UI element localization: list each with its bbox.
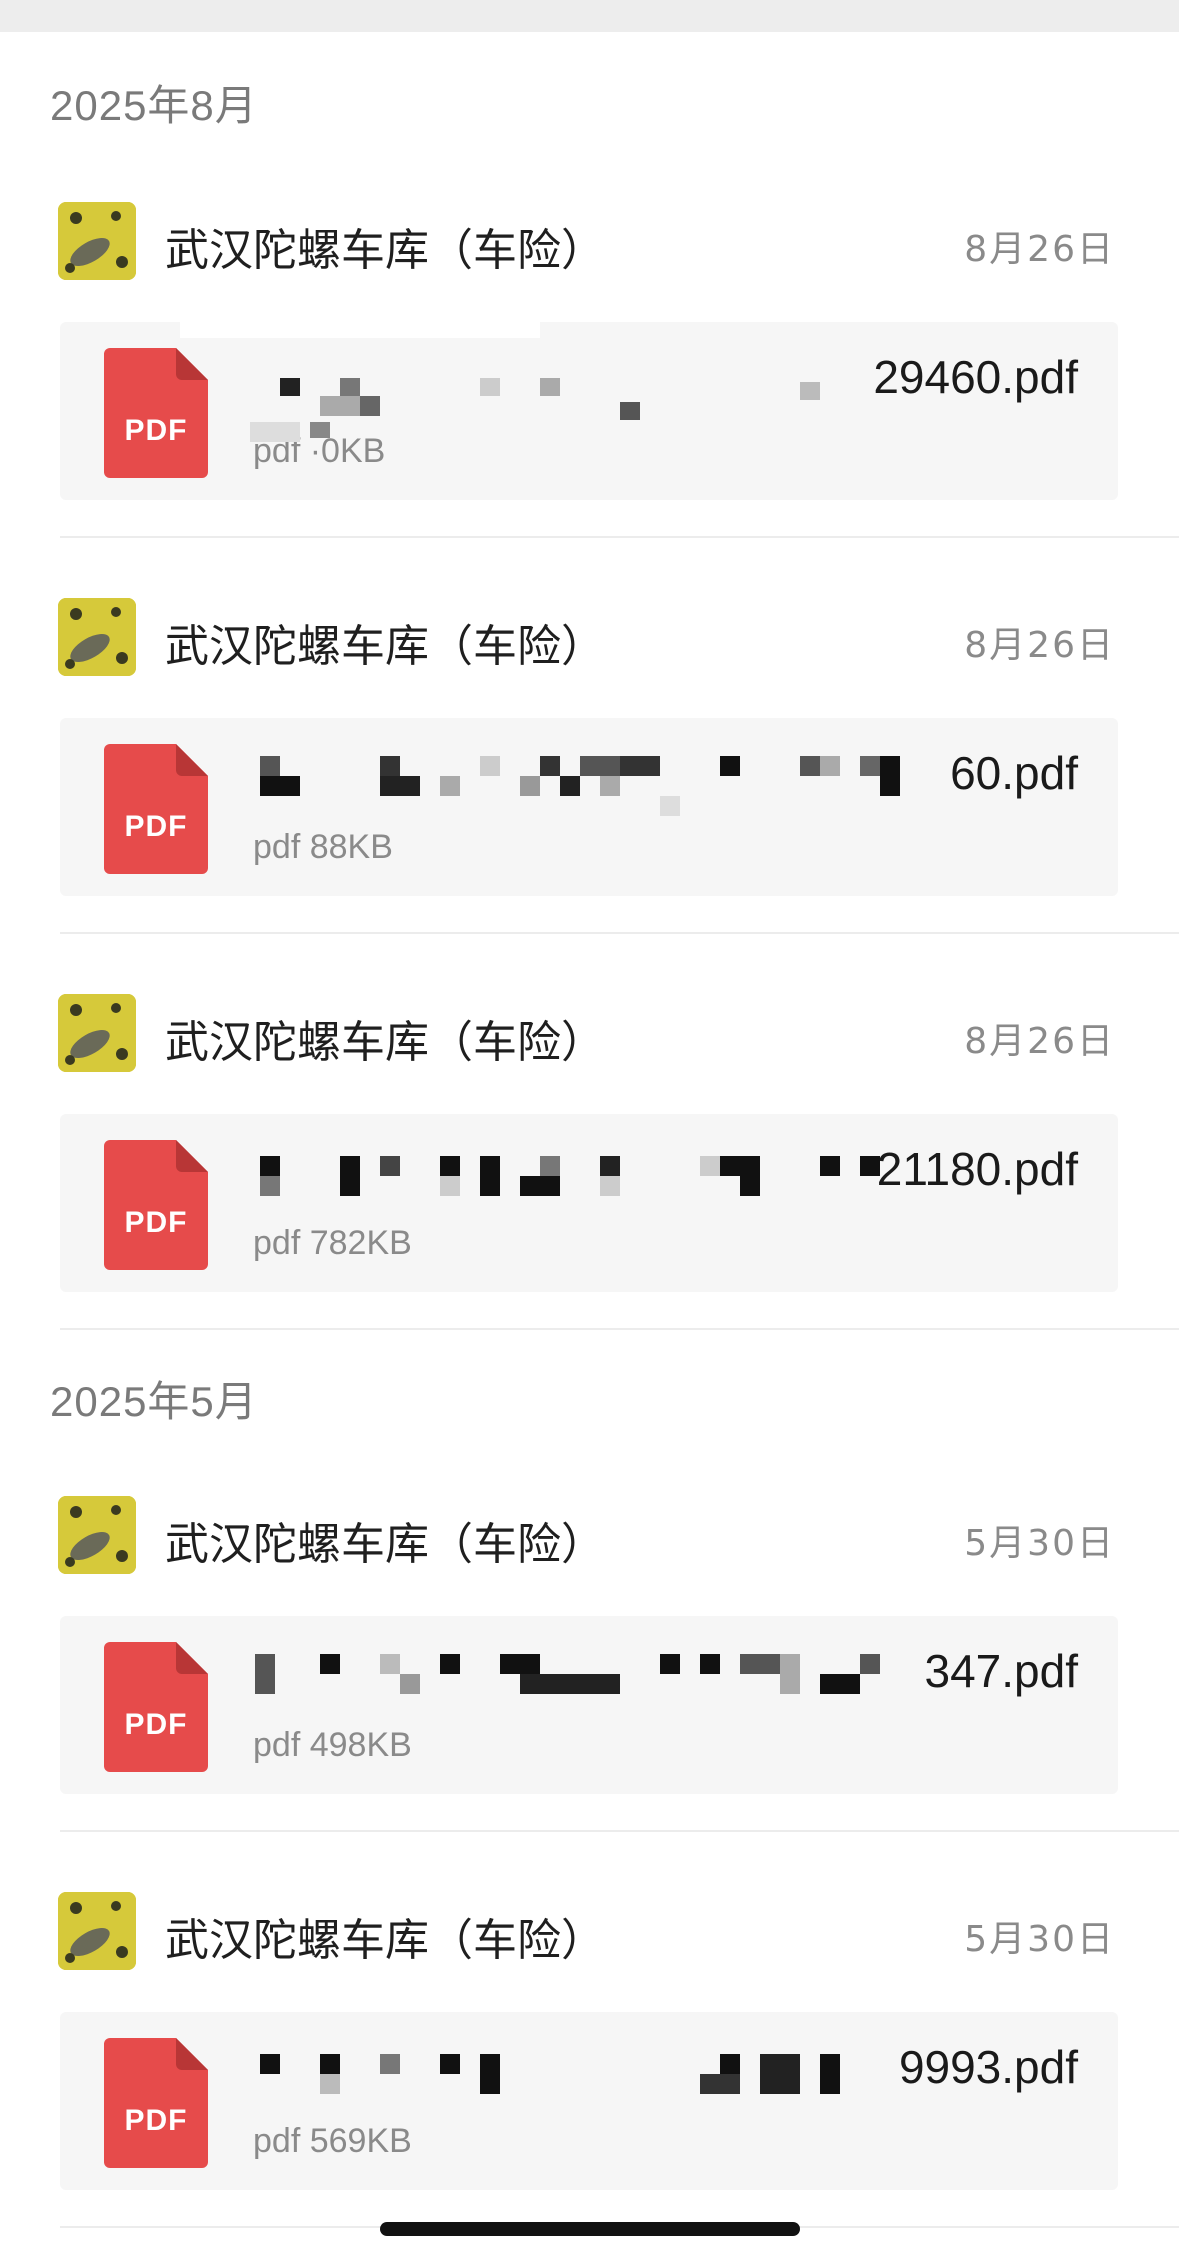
section-header-may: 2025年5月 — [50, 1378, 258, 1425]
message-date: 5月30日 — [964, 1523, 1115, 1564]
file-size: pdf 88KB — [253, 828, 393, 866]
message-date: 8月26日 — [964, 625, 1115, 666]
pdf-file-icon: PDF — [104, 744, 208, 874]
file-name: 29460.pdf — [873, 351, 1078, 403]
pdf-icon-label: PDF — [124, 414, 188, 447]
sender-name: 武汉陀螺车库（车险） — [165, 1017, 605, 1068]
pdf-file-icon: PDF — [104, 2038, 208, 2168]
home-indicator[interactable] — [380, 2222, 800, 2236]
redaction-mosaic — [260, 2054, 840, 2094]
message-header: 武汉陀螺车库（车险） 8月26日 — [0, 994, 1179, 1074]
avatar[interactable] — [58, 202, 136, 280]
redaction-mosaic — [255, 1654, 880, 1694]
file-size: pdf 498KB — [253, 1726, 412, 1764]
sender-name: 武汉陀螺车库（车险） — [165, 225, 605, 276]
top-bar — [0, 0, 1179, 32]
file-card[interactable]: PDF 21180.pdf pdf 782KB — [60, 1114, 1118, 1292]
file-name: 9993.pdf — [898, 2041, 1078, 2093]
file-name: 60.pdf — [950, 747, 1078, 799]
file-name: 347.pdf — [924, 1645, 1078, 1697]
avatar[interactable] — [58, 598, 136, 676]
pdf-icon-label: PDF — [124, 810, 188, 843]
sender-name: 武汉陀螺车库（车险） — [165, 621, 605, 672]
message-header: 武汉陀螺车库（车险） 5月30日 — [0, 1496, 1179, 1576]
divider — [60, 932, 1179, 934]
sender-name: 武汉陀螺车库（车险） — [165, 1915, 605, 1966]
divider — [60, 1328, 1179, 1330]
message-date: 8月26日 — [964, 1021, 1115, 1062]
file-card[interactable]: PDF 60.pdf pdf 88KB — [60, 718, 1118, 896]
message-header: 武汉陀螺车库（车险） 8月26日 — [0, 598, 1179, 678]
message-header: 武汉陀螺车库（车险） 8月26日 — [0, 202, 1179, 282]
pdf-icon-label: PDF — [124, 1206, 188, 1239]
section-header-aug: 2025年8月 — [50, 82, 258, 129]
pdf-icon-label: PDF — [124, 2104, 188, 2137]
divider — [60, 1830, 1179, 1832]
pdf-icon-label: PDF — [124, 1708, 188, 1741]
file-size: pdf 782KB — [253, 1224, 412, 1262]
pdf-file-icon: PDF — [104, 348, 208, 478]
sender-name: 武汉陀螺车库（车险） — [165, 1519, 605, 1570]
message-header: 武汉陀螺车库（车险） 5月30日 — [0, 1892, 1179, 1972]
redaction-mosaic — [260, 756, 900, 816]
avatar[interactable] — [58, 994, 136, 1072]
pdf-file-icon: PDF — [104, 1642, 208, 1772]
file-size: pdf ·0KB — [253, 432, 386, 470]
file-name: 21180.pdf — [876, 1143, 1078, 1195]
file-card[interactable]: PDF 29460.pdf pdf ·0KB — [60, 322, 1118, 500]
file-card[interactable]: PDF 9993.pdf pdf 569KB — [60, 2012, 1118, 2190]
avatar[interactable] — [58, 1892, 136, 1970]
divider — [60, 536, 1179, 538]
redaction-mosaic — [180, 322, 820, 442]
message-date: 8月26日 — [964, 229, 1115, 270]
message-date: 5月30日 — [964, 1919, 1115, 1960]
file-card[interactable]: PDF 347.pdf pdf 498KB — [60, 1616, 1118, 1794]
pdf-file-icon: PDF — [104, 1140, 208, 1270]
file-size: pdf 569KB — [253, 2122, 412, 2160]
avatar[interactable] — [58, 1496, 136, 1574]
redaction-mosaic — [260, 1156, 880, 1196]
